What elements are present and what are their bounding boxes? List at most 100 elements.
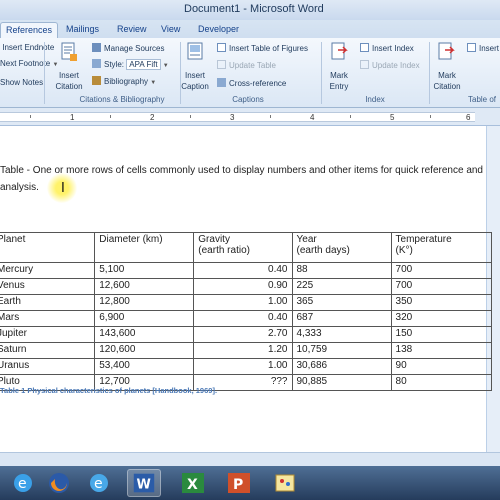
table-cell[interactable]: 4,333 (291, 326, 392, 343)
table-cell[interactable]: 30,686 (291, 358, 392, 375)
table-cell[interactable]: 80 (390, 374, 493, 391)
table-cell[interactable]: Mars (0, 310, 96, 327)
manage-sources-button[interactable]: Manage Sources (92, 43, 164, 53)
ie-icon[interactable]: e (6, 469, 40, 497)
header-cell[interactable]: Gravity (earth ratio) (193, 232, 293, 263)
table-row: Venus12,6000.90225700 (0, 278, 493, 295)
table-cell[interactable]: 350 (390, 294, 493, 311)
title-bar: Document1 - Microsoft Word (0, 0, 500, 20)
table-cell[interactable]: 320 (390, 310, 493, 327)
group-separator (44, 42, 45, 104)
table-caption[interactable]: Table 1 Physical characteristics of plan… (0, 386, 217, 395)
next-footnote-button[interactable]: Next Footnote ▼ (0, 59, 58, 68)
table-cell[interactable]: 365 (291, 294, 392, 311)
insert-index-icon (360, 43, 369, 52)
table-cell[interactable]: Earth (0, 294, 96, 311)
table-cell[interactable]: 53,400 (94, 358, 195, 375)
table-of-authorities-icon (467, 43, 476, 52)
table-cell[interactable]: Uranus (0, 358, 96, 375)
paint-icon[interactable] (268, 469, 302, 497)
table-cell[interactable]: 700 (390, 278, 493, 295)
table-cell[interactable]: Jupiter (0, 326, 96, 343)
table-cell[interactable]: 88 (291, 262, 392, 279)
update-index-button[interactable]: Update Index (360, 60, 420, 70)
bibliography-button[interactable]: Bibliography ▼ (92, 76, 156, 86)
insert-caption-label: Insert Caption (181, 71, 209, 91)
insert-citation-icon (61, 42, 77, 61)
table-cell[interactable]: 10,759 (291, 342, 392, 359)
tab-mailings[interactable]: Mailings (66, 22, 99, 38)
powerpoint-icon[interactable]: P (222, 469, 256, 497)
table-cell[interactable]: 1.20 (193, 342, 293, 359)
table-cell[interactable]: 120,600 (94, 342, 195, 359)
table-cell[interactable]: 225 (291, 278, 392, 295)
insert-table-of-authorities-button[interactable]: Insert (467, 43, 499, 53)
table-cell[interactable]: 0.90 (193, 278, 293, 295)
ie-icon-2[interactable]: e (82, 469, 116, 497)
header-cell[interactable]: Diameter (km) (94, 232, 195, 263)
insert-endnote-button[interactable]: Insert Endnote (0, 43, 54, 52)
header-text: Planet (0, 234, 26, 245)
table-cell[interactable]: 5,100 (94, 262, 195, 279)
table-cell[interactable]: 687 (291, 310, 392, 327)
table-cell[interactable]: 6,900 (94, 310, 195, 327)
svg-text:X: X (187, 477, 198, 493)
table-cell[interactable]: 0.40 (193, 310, 293, 327)
table-cell[interactable]: 12,800 (94, 294, 195, 311)
style-dropdown[interactable]: Style: APA Fift ▼ (92, 59, 169, 70)
insert-index-button[interactable]: Insert Index (360, 43, 414, 53)
table-cell[interactable]: 1.00 (193, 358, 293, 375)
tab-developer[interactable]: Developer (198, 22, 239, 38)
firefox-icon[interactable] (42, 469, 76, 497)
tab-references[interactable]: References (0, 22, 59, 38)
insert-endnote-label: Insert Endnote (2, 43, 55, 52)
table-header-row: Planet Diameter (km) Gravity (earth ratio… (0, 232, 493, 263)
mark-entry-label: Mark Entry (329, 71, 349, 91)
insert-table-of-figures-button[interactable]: Insert Table of Figures (217, 43, 308, 53)
ruler-number: 4 (310, 113, 315, 122)
table-cell[interactable]: 0.40 (193, 262, 293, 279)
table-cell[interactable]: Saturn (0, 342, 96, 359)
insert-table-of-authorities-label: Insert (479, 44, 500, 53)
table-cell[interactable]: 143,600 (94, 326, 195, 343)
table-cell[interactable]: Mercury (0, 262, 96, 279)
word-icon[interactable]: W (127, 469, 161, 497)
table-cell[interactable]: 1.00 (193, 294, 293, 311)
update-table-button[interactable]: Update Table (217, 60, 276, 70)
horizontal-ruler[interactable]: 1 2 3 4 5 6 (0, 108, 500, 126)
tab-view[interactable]: View (161, 22, 180, 38)
style-icon (92, 59, 101, 68)
cross-reference-button[interactable]: Cross-reference (217, 78, 286, 88)
table-cell[interactable]: Venus (0, 278, 96, 295)
table-cell[interactable]: 12,600 (94, 278, 195, 295)
table-row: Uranus 53,400 1.00 30,686 90 (0, 358, 493, 375)
table-cell[interactable]: 90 (390, 358, 493, 375)
table-cell[interactable]: 90,885 (291, 374, 392, 391)
dropdown-arrow-icon: ▼ (52, 62, 59, 68)
bibliography-label: Bibliography (104, 77, 149, 86)
mark-citation-icon (438, 42, 455, 60)
table-cell[interactable]: 150 (390, 326, 493, 343)
table-cell[interactable]: 2.70 (193, 326, 293, 343)
header-subtext: (earth ratio) (198, 245, 250, 256)
insert-table-of-figures-label: Insert Table of Figures (229, 44, 309, 53)
insert-caption-icon (187, 42, 203, 60)
header-cell[interactable]: Planet (0, 232, 96, 263)
table-row: Jupiter 143,600 2.70 4,333 150 (0, 326, 493, 343)
group-label-index: Index (365, 95, 385, 104)
table-cell[interactable]: 138 (390, 342, 493, 359)
group-label-table-of-authorities: Table of (468, 95, 497, 104)
bibliography-icon (92, 76, 101, 85)
style-value: APA Fift (126, 59, 161, 70)
update-index-label: Update Index (372, 61, 420, 70)
planets-table[interactable]: Planet Diameter (km) Gravity (earth ratio… (0, 232, 493, 391)
excel-icon[interactable]: X (176, 469, 210, 497)
header-cell[interactable]: Year (earth days) (291, 232, 392, 263)
table-row: Mercury 5,100 0.40 88 700 (0, 262, 493, 279)
header-cell[interactable]: Temperature (K°) (390, 232, 493, 263)
cross-reference-icon (217, 78, 226, 87)
tab-review[interactable]: Review (117, 22, 147, 38)
show-notes-button[interactable]: Show Notes (0, 78, 43, 87)
table-cell[interactable]: 700 (390, 262, 493, 279)
manage-sources-icon (92, 43, 101, 52)
